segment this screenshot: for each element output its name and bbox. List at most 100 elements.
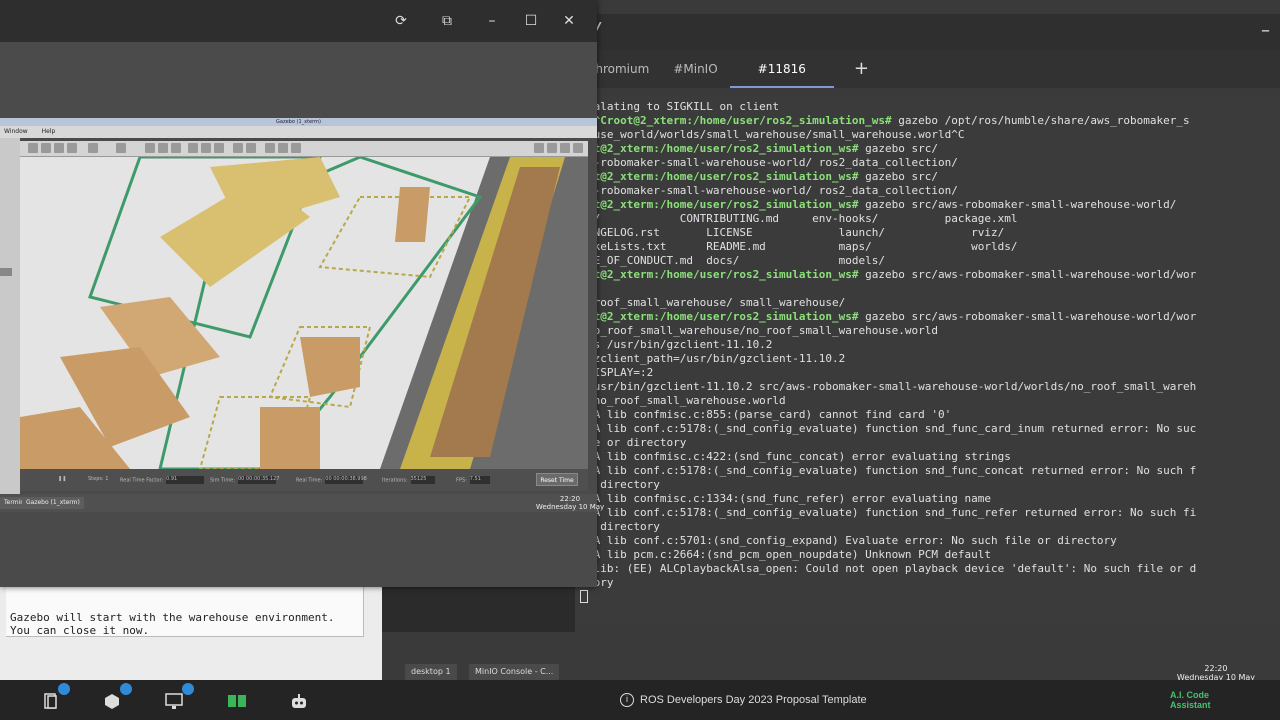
terminal-text: ls /usr/bin/gzclient-11.10.2 xyxy=(587,338,773,351)
restore-icon[interactable]: ⧉ xyxy=(436,10,458,32)
taskbar-label: MinIO Console - C... xyxy=(475,667,554,676)
tab-11816[interactable]: #11816 xyxy=(729,50,834,88)
gazebo-3d-viewport[interactable] xyxy=(20,157,588,469)
terminal-line: no_roof_small_warehouse/no_roof_small_wa… xyxy=(587,324,1280,338)
gazebo-menubar: Window Help xyxy=(0,126,597,138)
terminal-line: tory xyxy=(587,576,1280,590)
redo-icon[interactable] xyxy=(116,143,126,153)
menu-window[interactable]: Window xyxy=(4,128,28,135)
taskbar-desktop-1[interactable]: desktop 1 xyxy=(405,664,457,680)
scale-tool-icon[interactable] xyxy=(67,143,77,153)
robot-icon[interactable] xyxy=(289,692,307,710)
iterations-value: 35125 xyxy=(410,476,435,484)
instructions-line: You can close it now. xyxy=(10,624,150,637)
terminal-text: gazebo src/ xyxy=(858,170,939,183)
terminal-window: – / Chromium #MinIO #11816 + calating to… xyxy=(575,0,1280,632)
undo-icon[interactable] xyxy=(88,143,98,153)
sim-time-value: 00 00:00:35.127 xyxy=(237,476,280,484)
plot-icon[interactable] xyxy=(560,143,570,153)
clock-time: 22:20 xyxy=(1204,664,1228,673)
terminal-text: gzclient_path=/usr/bin/gzclient-11.10.2 xyxy=(587,352,846,365)
rtf-value: 0.91 xyxy=(166,476,205,484)
align-icon[interactable] xyxy=(265,143,275,153)
terminal-line: ANGELOG.rst LICENSE launch/ rviz/ xyxy=(587,226,1280,240)
close-icon[interactable]: ✕ xyxy=(558,10,580,32)
minimize-icon[interactable]: – xyxy=(481,10,503,32)
terminal-line: ot@2_xterm:/home/user/ros2_simulation_ws… xyxy=(587,268,1280,282)
terminal-line: _roof_small_warehouse/ small_warehouse/ xyxy=(587,296,1280,310)
maximize-icon[interactable]: ☐ xyxy=(520,10,542,32)
sphere-shape-icon[interactable] xyxy=(158,143,168,153)
terminal-output[interactable]: calating to SIGKILL on client C^Croot@2_x… xyxy=(575,96,1280,626)
box-shape-icon[interactable] xyxy=(145,143,155,153)
terminal-line: SA lib conf.c:5178:(_snd_config_evaluate… xyxy=(587,464,1280,478)
terminal-line: s-robomaker-small-warehouse-world/ ros2_… xyxy=(587,156,1280,170)
sim-time-stat: Sim Time: 00 00:00:35.127 xyxy=(210,476,280,484)
tab-minio[interactable]: #MinIO xyxy=(661,50,729,88)
point-light-icon[interactable] xyxy=(188,143,198,153)
book-icon[interactable] xyxy=(227,692,246,710)
project-title[interactable]: i ROS Developers Day 2023 Proposal Templa… xyxy=(620,680,867,720)
terminal-line: /usr/bin/gzclient-11.10.2 src/aws-roboma… xyxy=(587,380,1280,394)
terminal-line: ot@2_xterm:/home/user/ros2_simulation_ws… xyxy=(587,142,1280,156)
taskbar-minio-console[interactable]: MinIO Console - C... xyxy=(469,664,560,680)
terminal-line: SA lib confmisc.c:1334:(snd_func_refer) … xyxy=(587,492,1280,506)
assistant-label-line2: Assistant xyxy=(1170,700,1211,710)
panel-collapse-handle[interactable] xyxy=(0,268,12,276)
taskbar-label: desktop 1 xyxy=(411,667,451,676)
menu-help[interactable]: Help xyxy=(42,128,56,135)
window-titlebar: ⟳ ⧉ – ☐ ✕ xyxy=(0,0,597,42)
terminal-text: /usr/bin/gzclient-11.10.2 src/aws-roboma… xyxy=(587,380,1197,393)
rtf-stat: Real Time Factor: 0.91 xyxy=(120,476,205,484)
copy-icon[interactable] xyxy=(233,143,243,153)
gazebo-host-window: ⟳ ⧉ – ☐ ✕ Gazebo (1_xterm) Window Help ❚… xyxy=(0,0,604,587)
rotate-tool-icon[interactable] xyxy=(54,143,64,153)
terminal-text: r directory xyxy=(587,478,660,491)
terminal-line: C^Croot@2_xterm:/home/user/ros2_simulati… xyxy=(587,114,1280,128)
terminal-line: r directory xyxy=(587,520,1280,534)
window-content-area xyxy=(0,42,597,118)
gazebo-toolbar xyxy=(20,141,588,157)
log-icon[interactable] xyxy=(547,143,557,153)
gazebo-title: Gazebo (1_xterm) xyxy=(276,119,321,125)
refresh-icon[interactable]: ⟳ xyxy=(390,10,412,32)
ai-code-assistant-button[interactable]: A.I. Code Assistant xyxy=(1170,690,1211,710)
clock-date: Wednesday 10 May xyxy=(535,503,605,511)
terminal-line: ls /usr/bin/gzclient-11.10.2 xyxy=(587,338,1280,352)
terminal-text: gazebo /opt/ros/humble/share/aws_robomak… xyxy=(891,114,1190,127)
new-tab-button[interactable]: + xyxy=(834,50,889,88)
monitor-icon[interactable] xyxy=(165,692,183,710)
pause-icon[interactable]: ❚❚ xyxy=(58,476,66,482)
steps-label: Steps: 1 xyxy=(88,476,109,482)
reset-time-button[interactable]: Reset Time xyxy=(536,473,578,486)
terminal-text: gazebo src/aws-robomaker-small-warehouse… xyxy=(858,310,1197,323)
terminal-line: SA lib pcm.c:2664:(snd_pcm_open_noupdate… xyxy=(587,548,1280,562)
paste-icon[interactable] xyxy=(246,143,256,153)
terminal-text: gazebo src/aws-robomaker-small-warehouse… xyxy=(858,198,1177,211)
terminal-text: no_roof_small_warehouse/no_roof_small_wa… xyxy=(587,324,938,337)
spot-light-icon[interactable] xyxy=(201,143,211,153)
video-icon[interactable] xyxy=(573,143,583,153)
taskbar-gazebo[interactable]: Gazebo (1_xterm) xyxy=(22,497,84,509)
translate-tool-icon[interactable] xyxy=(41,143,51,153)
terminal-prompt: ot@2_xterm:/home/user/ros2_simulation_ws… xyxy=(587,268,859,281)
screenshot-icon[interactable] xyxy=(534,143,544,153)
terminal-text: calating to SIGKILL on client xyxy=(587,100,780,113)
audio-icon[interactable] xyxy=(291,143,301,153)
terminal-line: lib: (EE) ALCplaybackAlsa_open: Could no… xyxy=(587,562,1280,576)
files-badge xyxy=(58,683,70,695)
cylinder-shape-icon[interactable] xyxy=(171,143,181,153)
package-icon[interactable] xyxy=(103,692,121,710)
terminal-text: r directory xyxy=(587,520,660,533)
minimize-icon[interactable]: – xyxy=(1261,20,1270,41)
select-tool-icon[interactable] xyxy=(28,143,38,153)
directional-light-icon[interactable] xyxy=(214,143,224,153)
terminal-line: SA lib confmisc.c:855:(parse_card) canno… xyxy=(587,408,1280,422)
terminal-text: akeLists.txt README.md maps/ worlds/ xyxy=(587,240,1018,253)
fps-value: 7.51 xyxy=(469,476,490,484)
files-icon[interactable] xyxy=(42,692,60,710)
assistant-label-line1: A.I. Code xyxy=(1170,690,1210,700)
monitor-badge xyxy=(182,683,194,695)
terminal-text: SA lib conf.c:5178:(_snd_config_evaluate… xyxy=(587,464,1197,477)
snap-icon[interactable] xyxy=(278,143,288,153)
